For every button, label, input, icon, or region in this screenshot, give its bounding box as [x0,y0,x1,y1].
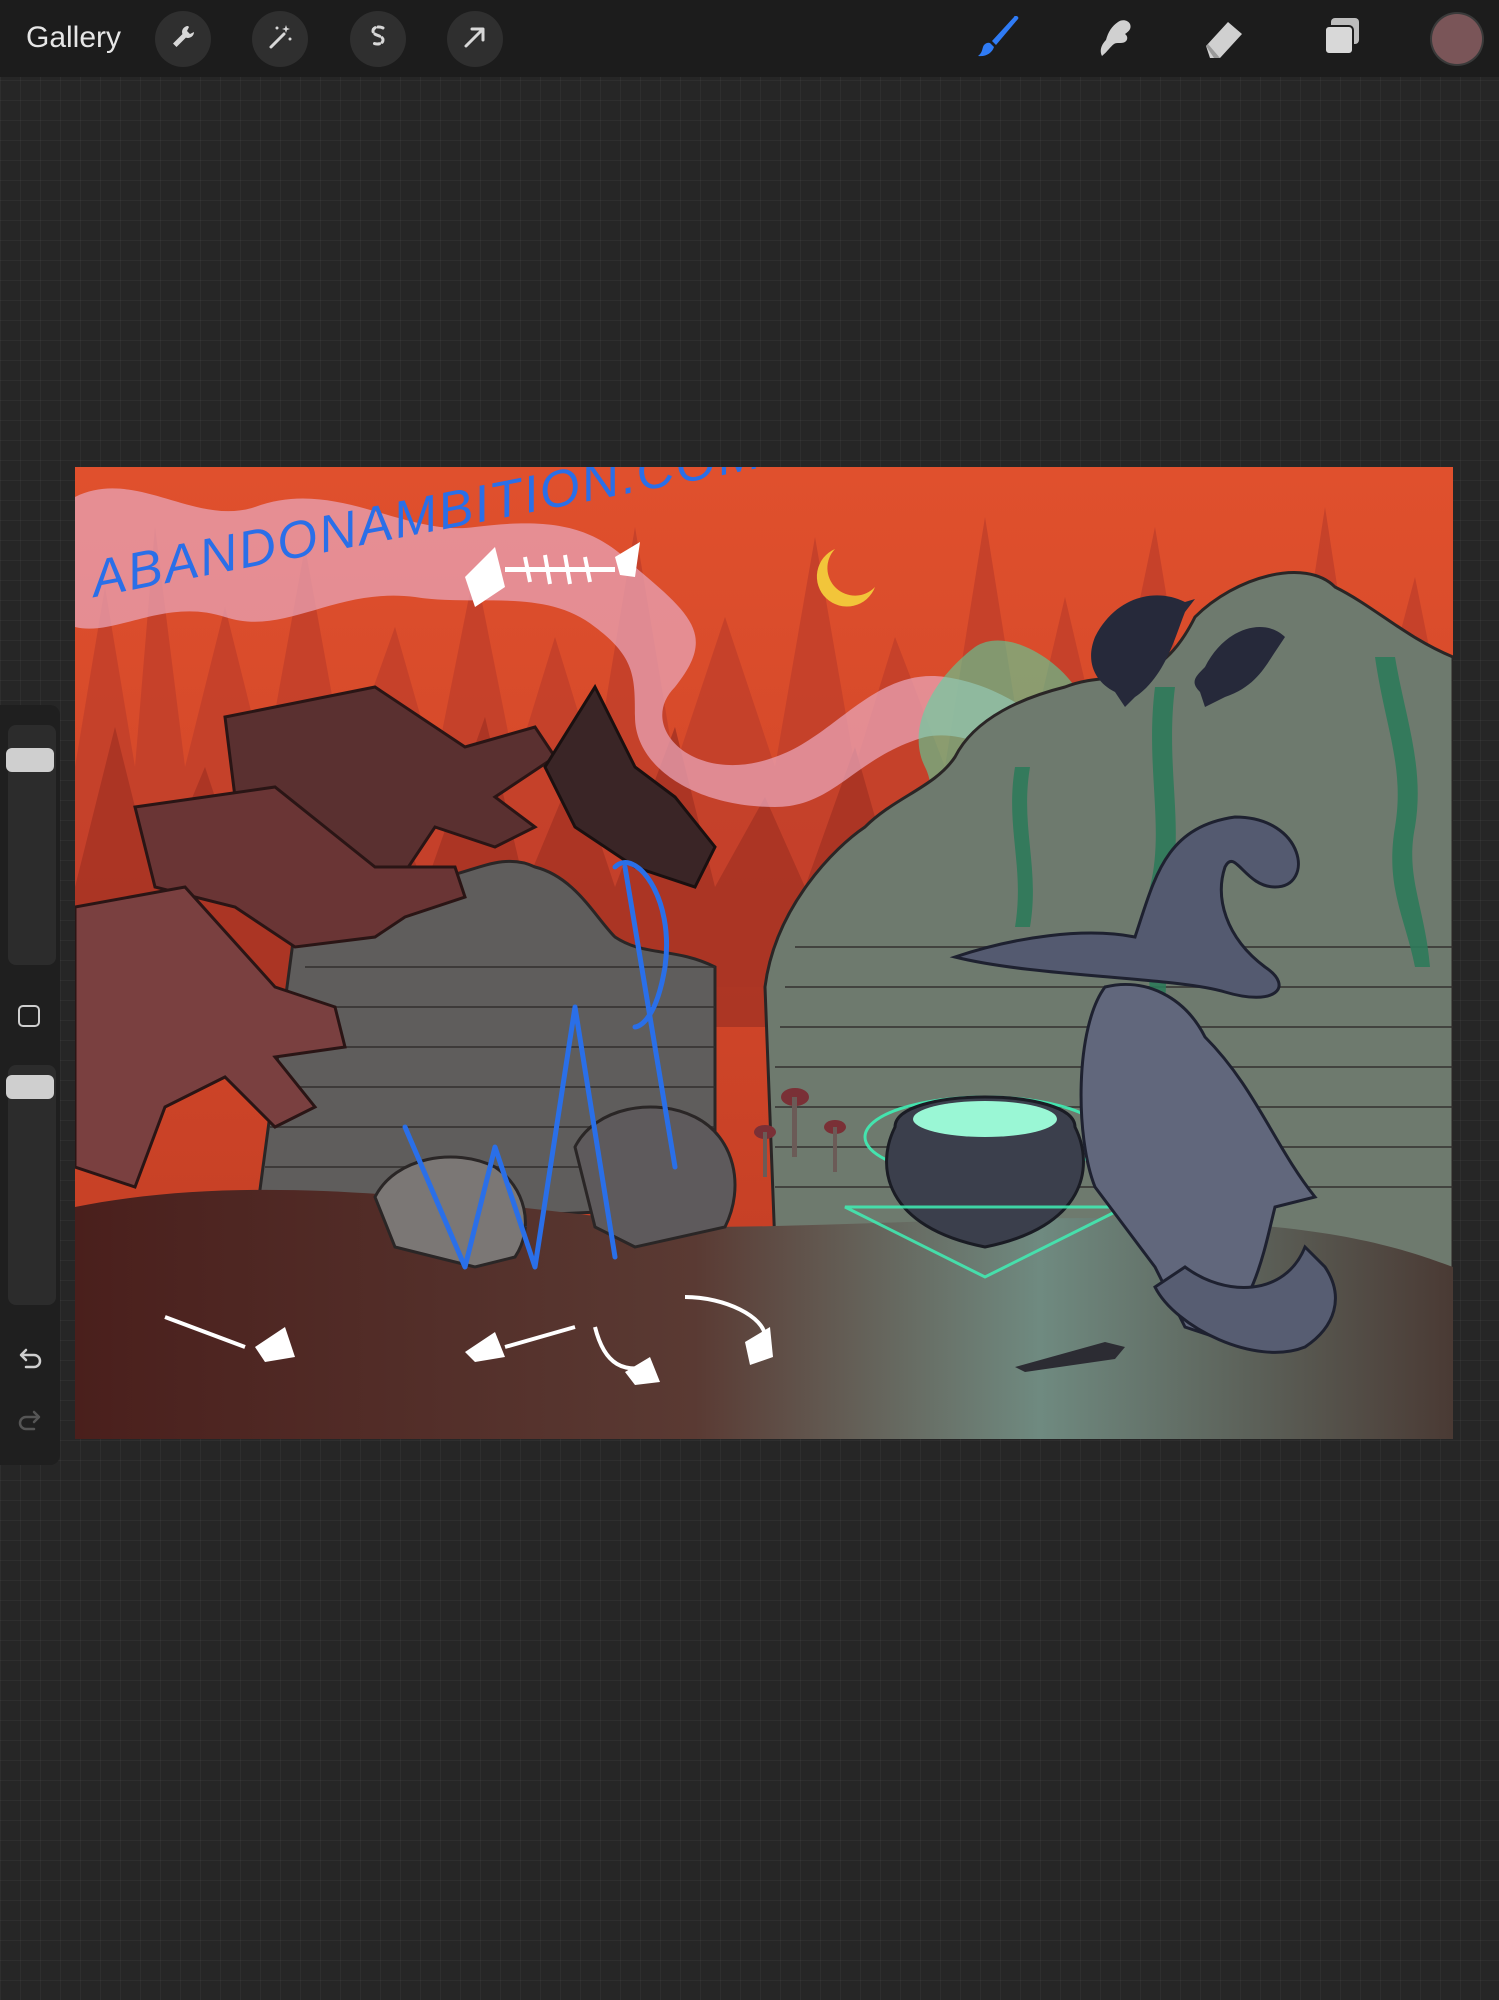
modify-button[interactable] [18,1005,40,1027]
side-toolbar [0,705,60,1465]
transform-button[interactable] [447,11,503,67]
brush-size-thumb[interactable] [6,748,54,772]
smudge-tool-button[interactable] [1084,14,1138,64]
brush-size-slider[interactable] [6,725,56,965]
eraser-tool-button[interactable] [1198,14,1252,64]
undo-button[interactable] [14,1345,46,1377]
transform-arrow-icon [460,22,490,57]
artwork-illustration: WIP ABANDONAMBITION.COM [75,467,1453,1439]
brush-tool-button[interactable] [970,14,1024,64]
drawing-canvas[interactable]: WIP ABANDONAMBITION.COM [75,467,1453,1439]
selection-button[interactable] [350,11,406,67]
actions-button[interactable] [155,11,211,67]
gallery-button[interactable]: Gallery [26,18,121,58]
wrench-icon [168,22,198,57]
wip-label: WIP [525,1226,527,1228]
adjustments-button[interactable] [252,11,308,67]
eraser-icon [1198,12,1252,67]
layers-icon [1314,12,1368,67]
layers-button[interactable] [1314,14,1368,64]
brush-icon [970,12,1024,67]
opacity-thumb[interactable] [6,1075,54,1099]
smudge-icon [1084,12,1138,67]
selection-icon [363,22,393,57]
undo-icon [16,1345,44,1378]
redo-icon [16,1407,44,1440]
opacity-slider[interactable] [6,1065,56,1305]
redo-button[interactable] [14,1407,46,1439]
color-picker-button[interactable] [1432,14,1482,64]
top-toolbar: Gallery [0,0,1499,77]
magic-wand-icon [265,22,295,57]
